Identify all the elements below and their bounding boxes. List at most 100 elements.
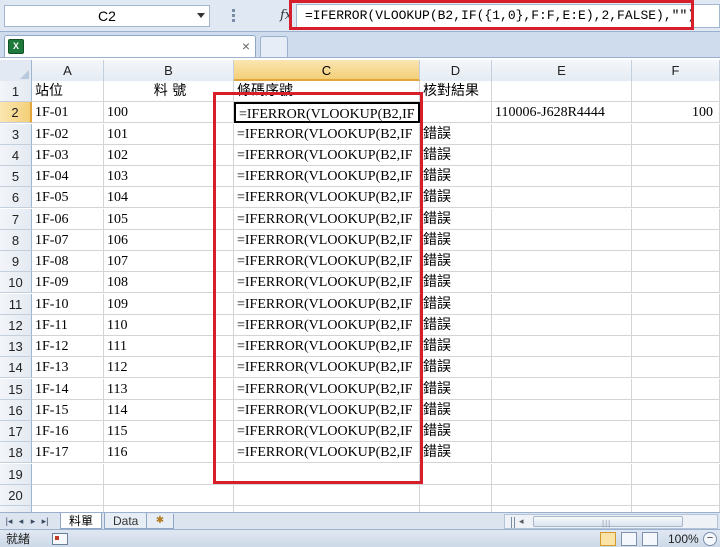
cell-d3[interactable]: 錯誤 bbox=[420, 123, 492, 145]
cell-d5[interactable]: 錯誤 bbox=[420, 166, 492, 187]
cell-a20[interactable] bbox=[32, 484, 104, 506]
cell-f6[interactable] bbox=[632, 187, 720, 209]
cell-c16[interactable]: =IFERROR(VLOOKUP(B2,IF bbox=[234, 399, 420, 421]
cell-a15[interactable]: 1F-14 bbox=[32, 378, 104, 400]
cell-e7[interactable] bbox=[492, 208, 632, 230]
cell-f4[interactable] bbox=[632, 144, 720, 166]
cell-e16[interactable] bbox=[492, 399, 632, 421]
cell-e19[interactable] bbox=[492, 463, 632, 485]
cell-c2[interactable]: =IFERROR(VLOOKUP(B2,IF bbox=[234, 102, 420, 124]
cell-e5[interactable] bbox=[492, 166, 632, 187]
cell-e14[interactable] bbox=[492, 357, 632, 379]
cell-e17[interactable] bbox=[492, 421, 632, 442]
cell-a9[interactable]: 1F-08 bbox=[32, 251, 104, 272]
cell-b3[interactable]: 101 bbox=[104, 123, 234, 145]
cell-e11[interactable] bbox=[492, 293, 632, 315]
cell-f5[interactable] bbox=[632, 166, 720, 187]
cell-e8[interactable] bbox=[492, 229, 632, 251]
cell-d15[interactable]: 錯誤 bbox=[420, 378, 492, 400]
split-handle[interactable] bbox=[511, 517, 515, 528]
cell-c4[interactable]: =IFERROR(VLOOKUP(B2,IF bbox=[234, 144, 420, 166]
cell-d19[interactable] bbox=[420, 463, 492, 485]
page-break-view-icon[interactable] bbox=[642, 532, 658, 546]
cell-a5[interactable]: 1F-04 bbox=[32, 166, 104, 187]
cell-c6[interactable]: =IFERROR(VLOOKUP(B2,IF bbox=[234, 187, 420, 209]
first-sheet-icon[interactable]: |◂ bbox=[4, 515, 14, 527]
cell-d20[interactable] bbox=[420, 484, 492, 506]
cell-c20[interactable] bbox=[234, 484, 420, 506]
cell-c7[interactable]: =IFERROR(VLOOKUP(B2,IF bbox=[234, 208, 420, 230]
cell-c3[interactable]: =IFERROR(VLOOKUP(B2,IF bbox=[234, 123, 420, 145]
cell-b4[interactable]: 102 bbox=[104, 144, 234, 166]
cell-b13[interactable]: 111 bbox=[104, 336, 234, 357]
cell-b17[interactable]: 115 bbox=[104, 421, 234, 442]
cell-c12[interactable]: =IFERROR(VLOOKUP(B2,IF bbox=[234, 314, 420, 336]
row-header[interactable]: 17 bbox=[0, 421, 32, 442]
row-header[interactable]: 7 bbox=[0, 208, 32, 230]
cell-a19[interactable] bbox=[32, 463, 104, 485]
prev-sheet-icon[interactable]: ◂ bbox=[16, 515, 26, 527]
row-header[interactable]: 11 bbox=[0, 293, 32, 315]
cell-f12[interactable] bbox=[632, 314, 720, 336]
row-header[interactable]: 12 bbox=[0, 314, 32, 336]
cell-c9[interactable]: =IFERROR(VLOOKUP(B2,IF bbox=[234, 251, 420, 272]
cell-d18[interactable]: 錯誤 bbox=[420, 442, 492, 464]
cell-a13[interactable]: 1F-12 bbox=[32, 336, 104, 357]
zoom-level[interactable]: 100% bbox=[668, 531, 699, 547]
row-header[interactable]: 15 bbox=[0, 378, 32, 400]
cell-b6[interactable]: 104 bbox=[104, 187, 234, 209]
cell-d14[interactable]: 錯誤 bbox=[420, 357, 492, 379]
normal-view-icon[interactable] bbox=[600, 532, 616, 546]
cell-f14[interactable] bbox=[632, 357, 720, 379]
horizontal-scrollbar[interactable]: ◂ ||| bbox=[504, 514, 718, 529]
row-header[interactable]: 19 bbox=[0, 463, 32, 485]
row-header[interactable]: 2 bbox=[0, 102, 32, 124]
cell-e10[interactable] bbox=[492, 272, 632, 294]
cell-a17[interactable]: 1F-16 bbox=[32, 421, 104, 442]
cell-d13[interactable]: 錯誤 bbox=[420, 336, 492, 357]
column-header-c[interactable]: C bbox=[234, 60, 420, 81]
formula-bar-grip-icon[interactable] bbox=[232, 9, 238, 23]
cell-f13[interactable] bbox=[632, 336, 720, 357]
insert-sheet-icon[interactable]: ✱ bbox=[146, 514, 174, 529]
cell-b19[interactable] bbox=[104, 463, 234, 485]
row-header[interactable]: 16 bbox=[0, 399, 32, 421]
cell-f18[interactable] bbox=[632, 442, 720, 464]
cell-a8[interactable]: 1F-07 bbox=[32, 229, 104, 251]
cell-d7[interactable]: 錯誤 bbox=[420, 208, 492, 230]
sheet-tab-liaodan[interactable]: 料單 bbox=[60, 513, 103, 529]
cell-a3[interactable]: 1F-02 bbox=[32, 123, 104, 145]
cell-b5[interactable]: 103 bbox=[104, 166, 234, 187]
row-header[interactable]: 20 bbox=[0, 484, 32, 506]
column-header-d[interactable]: D bbox=[420, 60, 492, 81]
column-header-a[interactable]: A bbox=[32, 60, 104, 81]
row-header[interactable]: 3 bbox=[0, 123, 32, 145]
cell-f20[interactable] bbox=[632, 484, 720, 506]
cell-f8[interactable] bbox=[632, 229, 720, 251]
row-header[interactable]: 10 bbox=[0, 272, 32, 294]
cell-d10[interactable]: 錯誤 bbox=[420, 272, 492, 294]
cell-e6[interactable] bbox=[492, 187, 632, 209]
cell-b1[interactable]: 料 號 bbox=[104, 81, 234, 102]
cell-b8[interactable]: 106 bbox=[104, 229, 234, 251]
cell-a4[interactable]: 1F-03 bbox=[32, 144, 104, 166]
row-header[interactable]: 1 bbox=[0, 81, 32, 102]
cell-c10[interactable]: =IFERROR(VLOOKUP(B2,IF bbox=[234, 272, 420, 294]
cell-e3[interactable] bbox=[492, 123, 632, 145]
cell-f3[interactable] bbox=[632, 123, 720, 145]
cell-a2[interactable]: 1F-01 bbox=[32, 102, 104, 124]
cell-a10[interactable]: 1F-09 bbox=[32, 272, 104, 294]
select-all-button[interactable] bbox=[0, 60, 32, 81]
cell-d6[interactable]: 錯誤 bbox=[420, 187, 492, 209]
cell-b2[interactable]: 100 bbox=[104, 102, 234, 124]
cell-e4[interactable] bbox=[492, 144, 632, 166]
name-box[interactable]: C2 bbox=[4, 5, 210, 27]
cell-d8[interactable]: 錯誤 bbox=[420, 229, 492, 251]
cell-b15[interactable]: 113 bbox=[104, 378, 234, 400]
cell-a12[interactable]: 1F-11 bbox=[32, 314, 104, 336]
cell-d9[interactable]: 錯誤 bbox=[420, 251, 492, 272]
scrollbar-thumb[interactable]: ||| bbox=[533, 516, 683, 528]
row-header[interactable]: 13 bbox=[0, 336, 32, 357]
cell-e12[interactable] bbox=[492, 314, 632, 336]
column-header-e[interactable]: E bbox=[492, 60, 632, 81]
